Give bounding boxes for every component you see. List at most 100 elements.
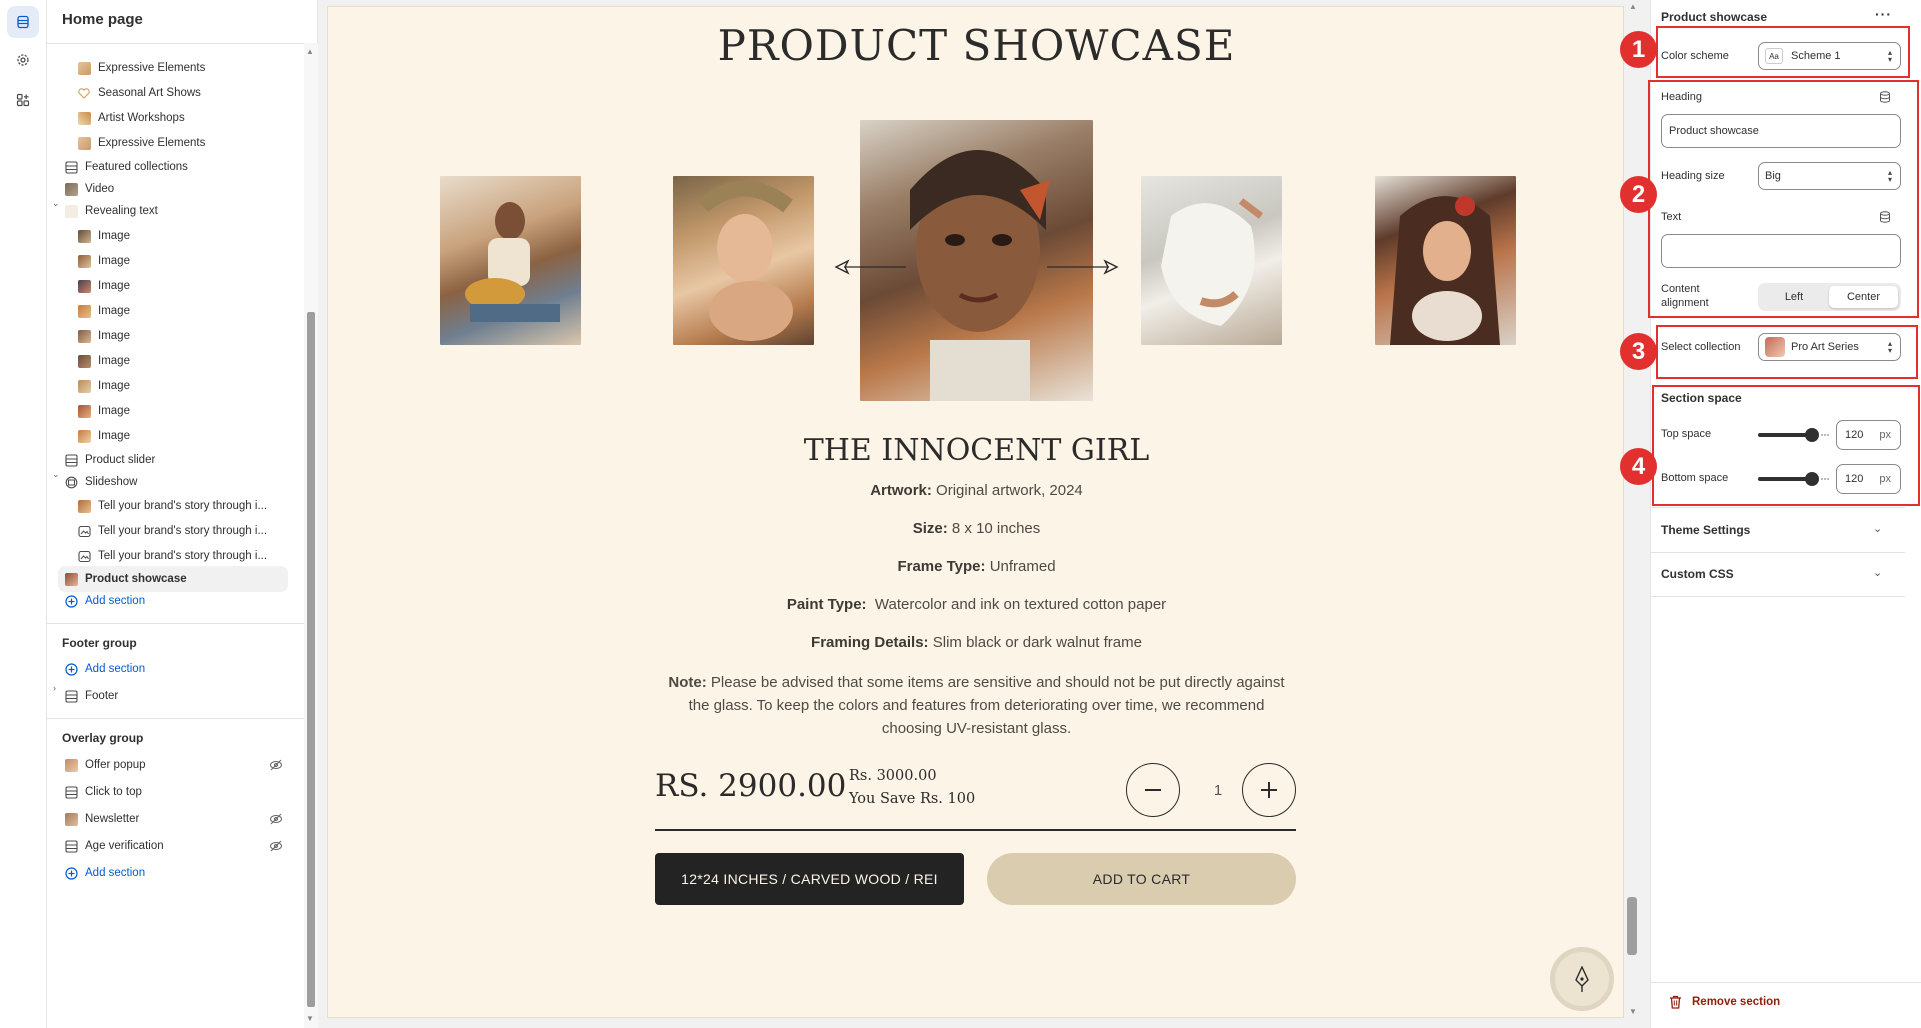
tree-item-click-to-top[interactable]: Click to top [64,779,279,805]
divider [47,718,304,719]
tree-item-image[interactable]: Image [77,423,277,449]
overlay-group-title: Overlay group [62,731,144,745]
tree-item-revealing-text[interactable]: Revealing text [64,198,279,224]
chevron-down-icon[interactable]: ⌄ [52,198,60,209]
theme-settings-accordion[interactable]: Theme Settings ⌄ [1651,508,1891,552]
tree-item-image[interactable]: Image [77,323,277,349]
tree-item-image[interactable]: Image [77,348,277,374]
video-icon [64,182,78,196]
note-text: Please be advised that some items are se… [688,674,1285,737]
tree-item-image[interactable]: Image [77,223,277,249]
scroll-down-arrow[interactable]: ▼ [1629,1007,1637,1016]
scroll-up-arrow[interactable]: ▲ [1629,2,1637,11]
block-icon [77,136,91,150]
tree-item[interactable]: Artist Workshops [77,105,277,131]
tree-item-slideshow[interactable]: Slideshow [64,469,279,495]
sections-nav-icon[interactable] [7,6,39,38]
plus-circle-icon [64,866,78,880]
image-thumbnail [77,354,91,368]
tree-item-slide[interactable]: Tell your brand's story through i... [77,493,277,519]
text-section-icon [64,204,78,218]
add-section-label: Add section [85,867,146,879]
eye-hidden-icon[interactable] [269,839,283,853]
quantity-value[interactable]: 1 [1208,782,1228,799]
apps-icon[interactable] [7,84,39,116]
tree-item-label: Offer popup [85,759,146,771]
section-icon [64,689,78,703]
page-title: Home page [62,11,143,28]
add-to-cart-button[interactable]: ADD TO CART [987,853,1296,905]
pen-nib-icon [1575,966,1589,992]
variant-selector-button[interactable]: 12*24 INCHES / CARVED WOOD / REI [655,853,964,905]
chevron-down-icon[interactable]: ⌄ [52,469,60,480]
settings-title: Product showcase [1661,10,1768,24]
preview-scroll-thumb[interactable] [1627,897,1637,955]
tree-item-footer[interactable]: Footer [64,683,279,709]
quantity-increase-button[interactable] [1242,763,1296,817]
spec-label: Frame Type: [897,558,986,575]
carousel-next-arrow[interactable] [1047,258,1119,276]
tree-item-label: Image [98,355,130,367]
eye-hidden-icon[interactable] [269,812,283,826]
section-icon [64,785,78,799]
preview-scrollbar[interactable] [1623,0,1643,1028]
eye-hidden-icon[interactable] [269,758,283,772]
tree-item-image[interactable]: Image [77,273,277,299]
artwork-thumbnail-red-flower[interactable] [1375,176,1516,345]
tree-item-label: Slideshow [85,476,138,488]
scroll-up-arrow[interactable]: ▲ [306,47,314,56]
tree-item-label: Expressive Elements [98,137,206,149]
spec-label: Framing Details: [811,634,929,651]
spec-label: Artwork: [870,482,932,499]
scroll-to-top-button[interactable] [1550,947,1614,1011]
quantity-decrease-button[interactable] [1126,763,1180,817]
tree-item-label: Video [85,183,115,195]
tree-item[interactable]: Expressive Elements [77,130,277,156]
sections-sidebar: Home page Expressive Elements Seasonal A… [47,0,318,1028]
tree-item-label: Image [98,280,130,292]
tree-item[interactable]: Expressive Elements [77,55,277,81]
image-thumbnail [77,229,91,243]
product-note: Note: Please be advised that some items … [666,671,1287,740]
annotation-badge-2: 2 [1620,176,1657,213]
tree-item-image[interactable]: Image [77,373,277,399]
slide-icon [77,549,91,563]
plus-circle-icon [64,662,78,676]
tree-item-image[interactable]: Image [77,248,277,274]
custom-css-accordion[interactable]: Custom CSS ⌄ [1651,552,1891,596]
add-section-button[interactable]: Add section [64,656,279,682]
spec-value: Watercolor and ink on textured cotton pa… [866,596,1167,613]
tree-item-image[interactable]: Image [77,298,277,324]
heart-icon [77,86,91,100]
tree-item-newsletter[interactable]: Newsletter [64,806,279,832]
tree-item-label: Image [98,330,130,342]
scroll-down-arrow[interactable]: ▼ [306,1014,314,1023]
carousel-prev-arrow[interactable] [834,258,906,276]
more-options-icon[interactable]: ··· [1875,6,1892,22]
chevron-right-icon[interactable]: › [53,683,56,693]
tree-item-label: Click to top [85,786,142,798]
tree-item-slide[interactable]: Tell your brand's story through i... [77,518,277,544]
artwork-thumbnail-flower-crown[interactable] [673,176,814,345]
tree-item-offer-popup[interactable]: Offer popup [64,752,279,778]
tree-item-label: Image [98,380,130,392]
tree-item-image[interactable]: Image [77,398,277,424]
tree-item-label: Image [98,255,130,267]
product-showcase-icon [64,572,78,586]
sidebar-scroll-thumb[interactable] [307,312,315,1007]
artwork-thumbnail-guitar[interactable] [440,176,581,345]
tree-item-label: Image [98,430,130,442]
add-section-button[interactable]: Add section [64,588,279,614]
remove-section-button[interactable]: Remove section [1669,995,1780,1009]
tree-item-label: Featured collections [85,161,188,173]
add-section-button[interactable]: Add section [64,860,279,886]
tree-item-age-verification[interactable]: Age verification [64,833,279,859]
note-label: Note: [668,674,707,691]
artwork-thumbnail-white-dress[interactable] [1141,176,1282,345]
brush-icon [77,111,91,125]
image-thumbnail [77,304,91,318]
tree-item[interactable]: Seasonal Art Shows [77,80,277,106]
chevron-down-icon: ⌄ [1873,567,1883,579]
chevron-down-icon: ⌄ [1873,523,1883,535]
gear-icon[interactable] [7,44,39,76]
